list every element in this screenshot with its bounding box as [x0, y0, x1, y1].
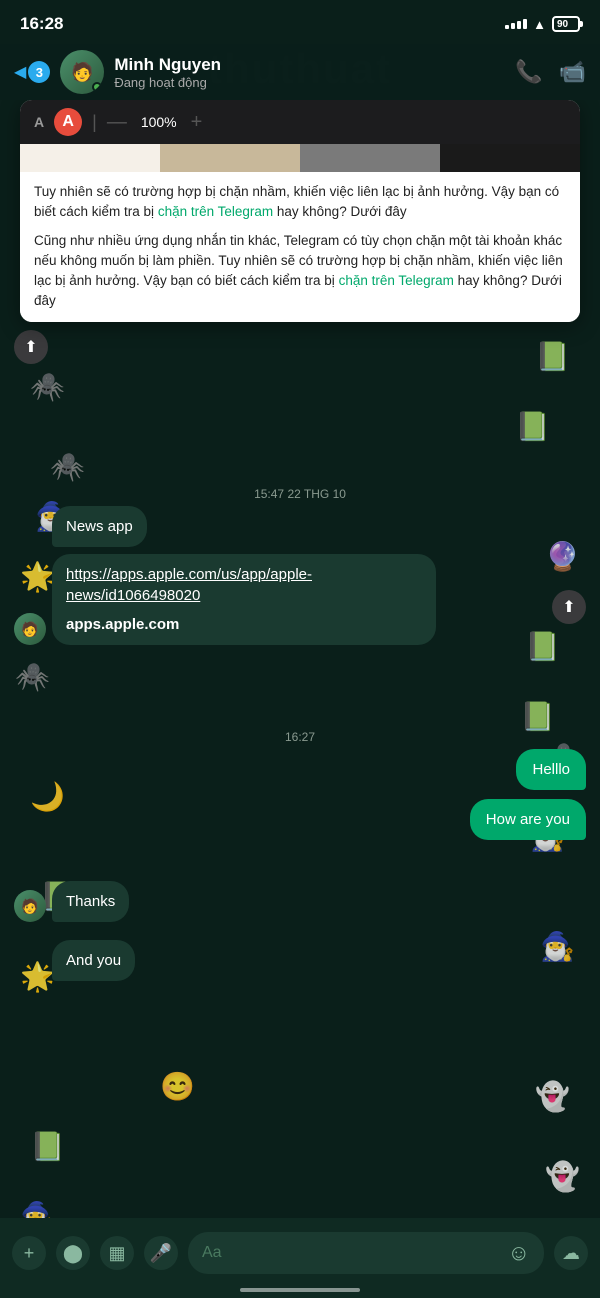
wifi-icon: ▲ — [533, 17, 546, 32]
back-chevron-icon: ◀ — [14, 62, 26, 82]
font-small-button[interactable]: A — [34, 114, 44, 130]
signal-icon — [505, 19, 527, 29]
article-share-button[interactable]: ⬆ — [14, 330, 48, 364]
camera-button[interactable]: ⬤ — [56, 1236, 90, 1270]
contact-info: Minh Nguyen Đang hoạt động — [114, 55, 515, 90]
article-popup: A A | — 100% + Tuy nhiên sẽ có trường hợ… — [20, 100, 580, 322]
online-indicator — [92, 82, 102, 92]
article-text-body: Cũng như nhiều ứng dụng nhắn tin khác, T… — [34, 231, 566, 312]
bubble-sent: Helllo — [516, 749, 586, 790]
bubble-sent: How are you — [470, 799, 586, 840]
msg-text: Helllo — [532, 761, 570, 778]
sticker: 🕷️ — [30, 370, 65, 403]
status-bar: 16:28 ▲ 90 — [0, 0, 600, 44]
video-call-button[interactable]: 📹 — [559, 59, 586, 85]
msg-received: 🧑 Thanks — [14, 881, 586, 922]
gallery-button[interactable]: ▦ — [100, 1236, 134, 1270]
sticker: 📗 — [30, 1130, 65, 1163]
sticker: 📗 — [515, 410, 550, 443]
message-how-are-you: How are you — [0, 795, 600, 844]
contact-status: Đang hoạt động — [114, 75, 515, 90]
message-helllo: Helllo — [0, 745, 600, 794]
msg-text: Thanks — [66, 893, 115, 910]
bubble-link: https://apps.apple.com/us/app/apple-news… — [52, 554, 436, 645]
msg-text: And you — [66, 952, 121, 969]
zoom-plus-button[interactable]: + — [191, 111, 203, 134]
swatch-white[interactable] — [20, 144, 160, 172]
zoom-minus-button[interactable]: — — [107, 111, 127, 134]
avatar-small: 🧑 — [14, 890, 46, 922]
bubble-received: And you — [52, 940, 135, 981]
plus-button[interactable]: + — [12, 1236, 46, 1270]
sticker: 😊 — [160, 1070, 195, 1103]
message-link: 🧑 https://apps.apple.com/us/app/apple-ne… — [0, 548, 540, 651]
input-placeholder: Aa — [202, 1244, 222, 1262]
message-input-wrap[interactable]: Aa ☺ — [188, 1232, 544, 1274]
emoji-button[interactable]: ☺ — [508, 1240, 530, 1266]
sticker: 🧙‍♂️ — [20, 1200, 55, 1218]
avatar[interactable]: 🧑 — [60, 50, 104, 94]
message-news-app: News app — [0, 500, 600, 553]
sticker: 📗 — [535, 340, 570, 373]
separator: | — [92, 112, 97, 133]
msg-text: How are you — [486, 811, 570, 828]
color-swatches — [20, 144, 580, 172]
nav-actions: 📞 📹 — [515, 59, 586, 85]
status-time: 16:28 — [20, 14, 63, 34]
msg-received: News app — [14, 506, 586, 547]
swatch-beige[interactable] — [160, 144, 300, 172]
message-thanks: 🧑 Thanks — [0, 875, 600, 928]
battery-indicator: 90 — [552, 16, 580, 32]
article-text-top: Tuy nhiên sẽ có trường hợp bị chặn nhầm,… — [34, 182, 566, 223]
msg-received: And you — [14, 940, 586, 981]
font-large-button[interactable]: A — [54, 108, 82, 136]
avatar-small: 🧑 — [14, 613, 46, 645]
link-url[interactable]: https://apps.apple.com/us/app/apple-news… — [66, 564, 422, 606]
message-and-you: And you — [0, 934, 600, 987]
input-bar: + ⬤ ▦ 🎤 Aa ☺ ☁ — [0, 1218, 600, 1298]
mic-button[interactable]: 🎤 — [144, 1236, 178, 1270]
back-badge: 3 — [28, 61, 50, 83]
msg-sent: Helllo — [14, 749, 586, 790]
msg-text: News app — [66, 518, 133, 535]
article-link[interactable]: chặn trên Telegram — [158, 204, 273, 219]
sticker: 👻 — [535, 1080, 570, 1113]
call-button[interactable]: 📞 — [515, 59, 542, 85]
bubble-received: News app — [52, 506, 147, 547]
sticker: 👻 — [545, 1160, 580, 1193]
back-button[interactable]: ◀ 3 — [14, 61, 50, 83]
bubble-received: Thanks — [52, 881, 129, 922]
msg-received-link: 🧑 https://apps.apple.com/us/app/apple-ne… — [14, 554, 526, 645]
nav-bar: ◀ 3 🧑 Minh Nguyen Đang hoạt động 📞 📹 — [0, 44, 600, 100]
cloud-button[interactable]: ☁ — [554, 1236, 588, 1270]
swatch-black[interactable] — [440, 144, 580, 172]
swatch-gray[interactable] — [300, 144, 440, 172]
link-domain: apps.apple.com — [66, 614, 422, 635]
home-indicator — [240, 1288, 360, 1292]
zoom-level: 100% — [141, 114, 177, 130]
status-icons: ▲ 90 — [505, 16, 580, 32]
link-share-button[interactable]: ⬆ — [552, 590, 586, 624]
chat-area: A A | — 100% + Tuy nhiên sẽ có trường hợ… — [0, 100, 600, 1218]
app-link[interactable]: https://apps.apple.com/us/app/apple-news… — [66, 566, 312, 604]
msg-sent: How are you — [14, 799, 586, 840]
text-controls: A A | — 100% + — [20, 100, 580, 144]
sticker: 🕷️ — [15, 660, 50, 693]
contact-name: Minh Nguyen — [114, 55, 515, 75]
article-body: Tuy nhiên sẽ có trường hợp bị chặn nhầm,… — [20, 172, 580, 322]
